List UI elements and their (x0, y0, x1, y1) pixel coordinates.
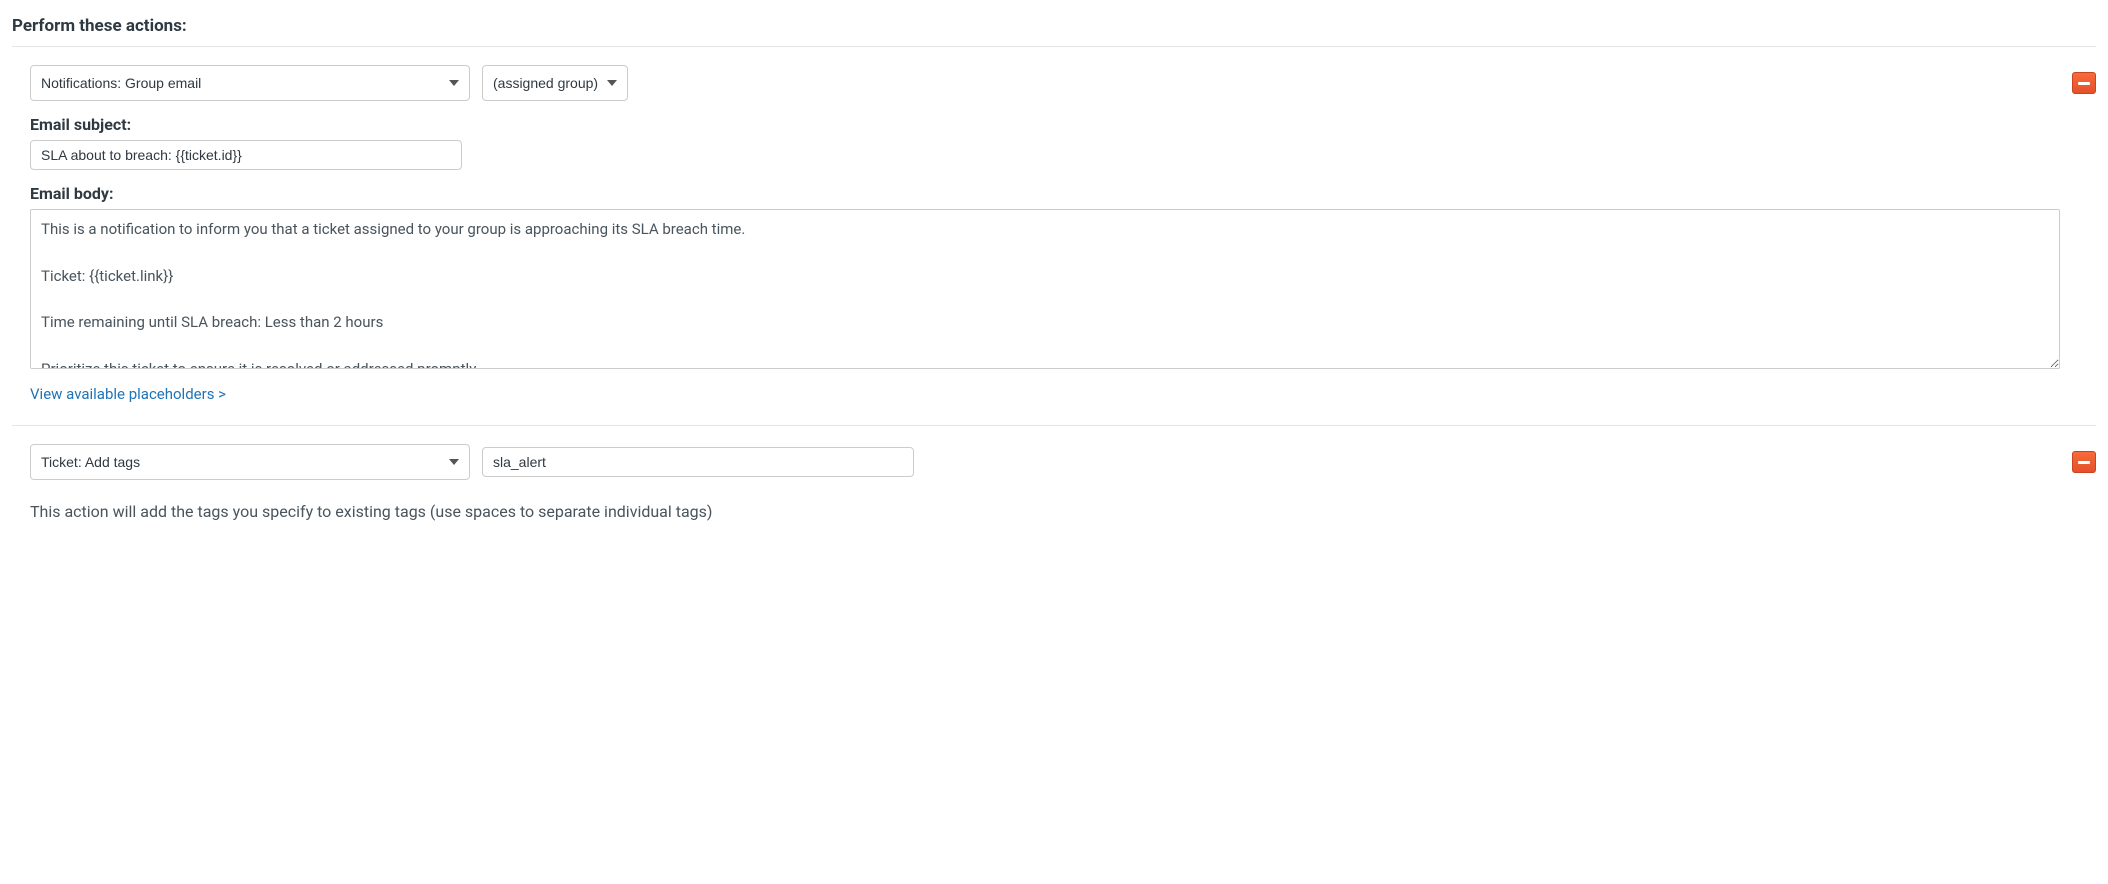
action-selector-row: Ticket: Add tags (30, 444, 2060, 480)
email-subject-input[interactable] (30, 140, 462, 170)
action-row-notification: Notifications: Group email (assigned gro… (12, 65, 2096, 403)
actions-section: Perform these actions: Notifications: Gr… (12, 16, 2096, 521)
action-row-content: Ticket: Add tags (12, 444, 2060, 488)
action-type-select[interactable]: Ticket: Add tags (30, 444, 470, 480)
action-row-content: Notifications: Group email (assigned gro… (12, 65, 2060, 403)
section-title: Perform these actions: (12, 16, 2096, 36)
minus-icon (2078, 82, 2090, 85)
section-divider (12, 46, 2096, 47)
remove-action-button[interactable] (2072, 451, 2096, 473)
remove-action-button[interactable] (2072, 72, 2096, 94)
action-selector-row: Notifications: Group email (assigned gro… (30, 65, 2060, 101)
minus-icon (2078, 461, 2090, 464)
email-body-label: Email body: (30, 184, 2060, 203)
email-subject-label: Email subject: (30, 115, 2060, 134)
action-row-add-tags: Ticket: Add tags (12, 444, 2096, 488)
view-placeholders-link[interactable]: View available placeholders > (30, 385, 226, 403)
email-body-textarea[interactable] (30, 209, 2060, 369)
action-type-select[interactable]: Notifications: Group email (30, 65, 470, 101)
tags-input[interactable] (482, 447, 914, 477)
action-divider (12, 425, 2096, 426)
action-target-select[interactable]: (assigned group) (482, 65, 628, 101)
tags-helper-text: This action will add the tags you specif… (30, 502, 2096, 521)
